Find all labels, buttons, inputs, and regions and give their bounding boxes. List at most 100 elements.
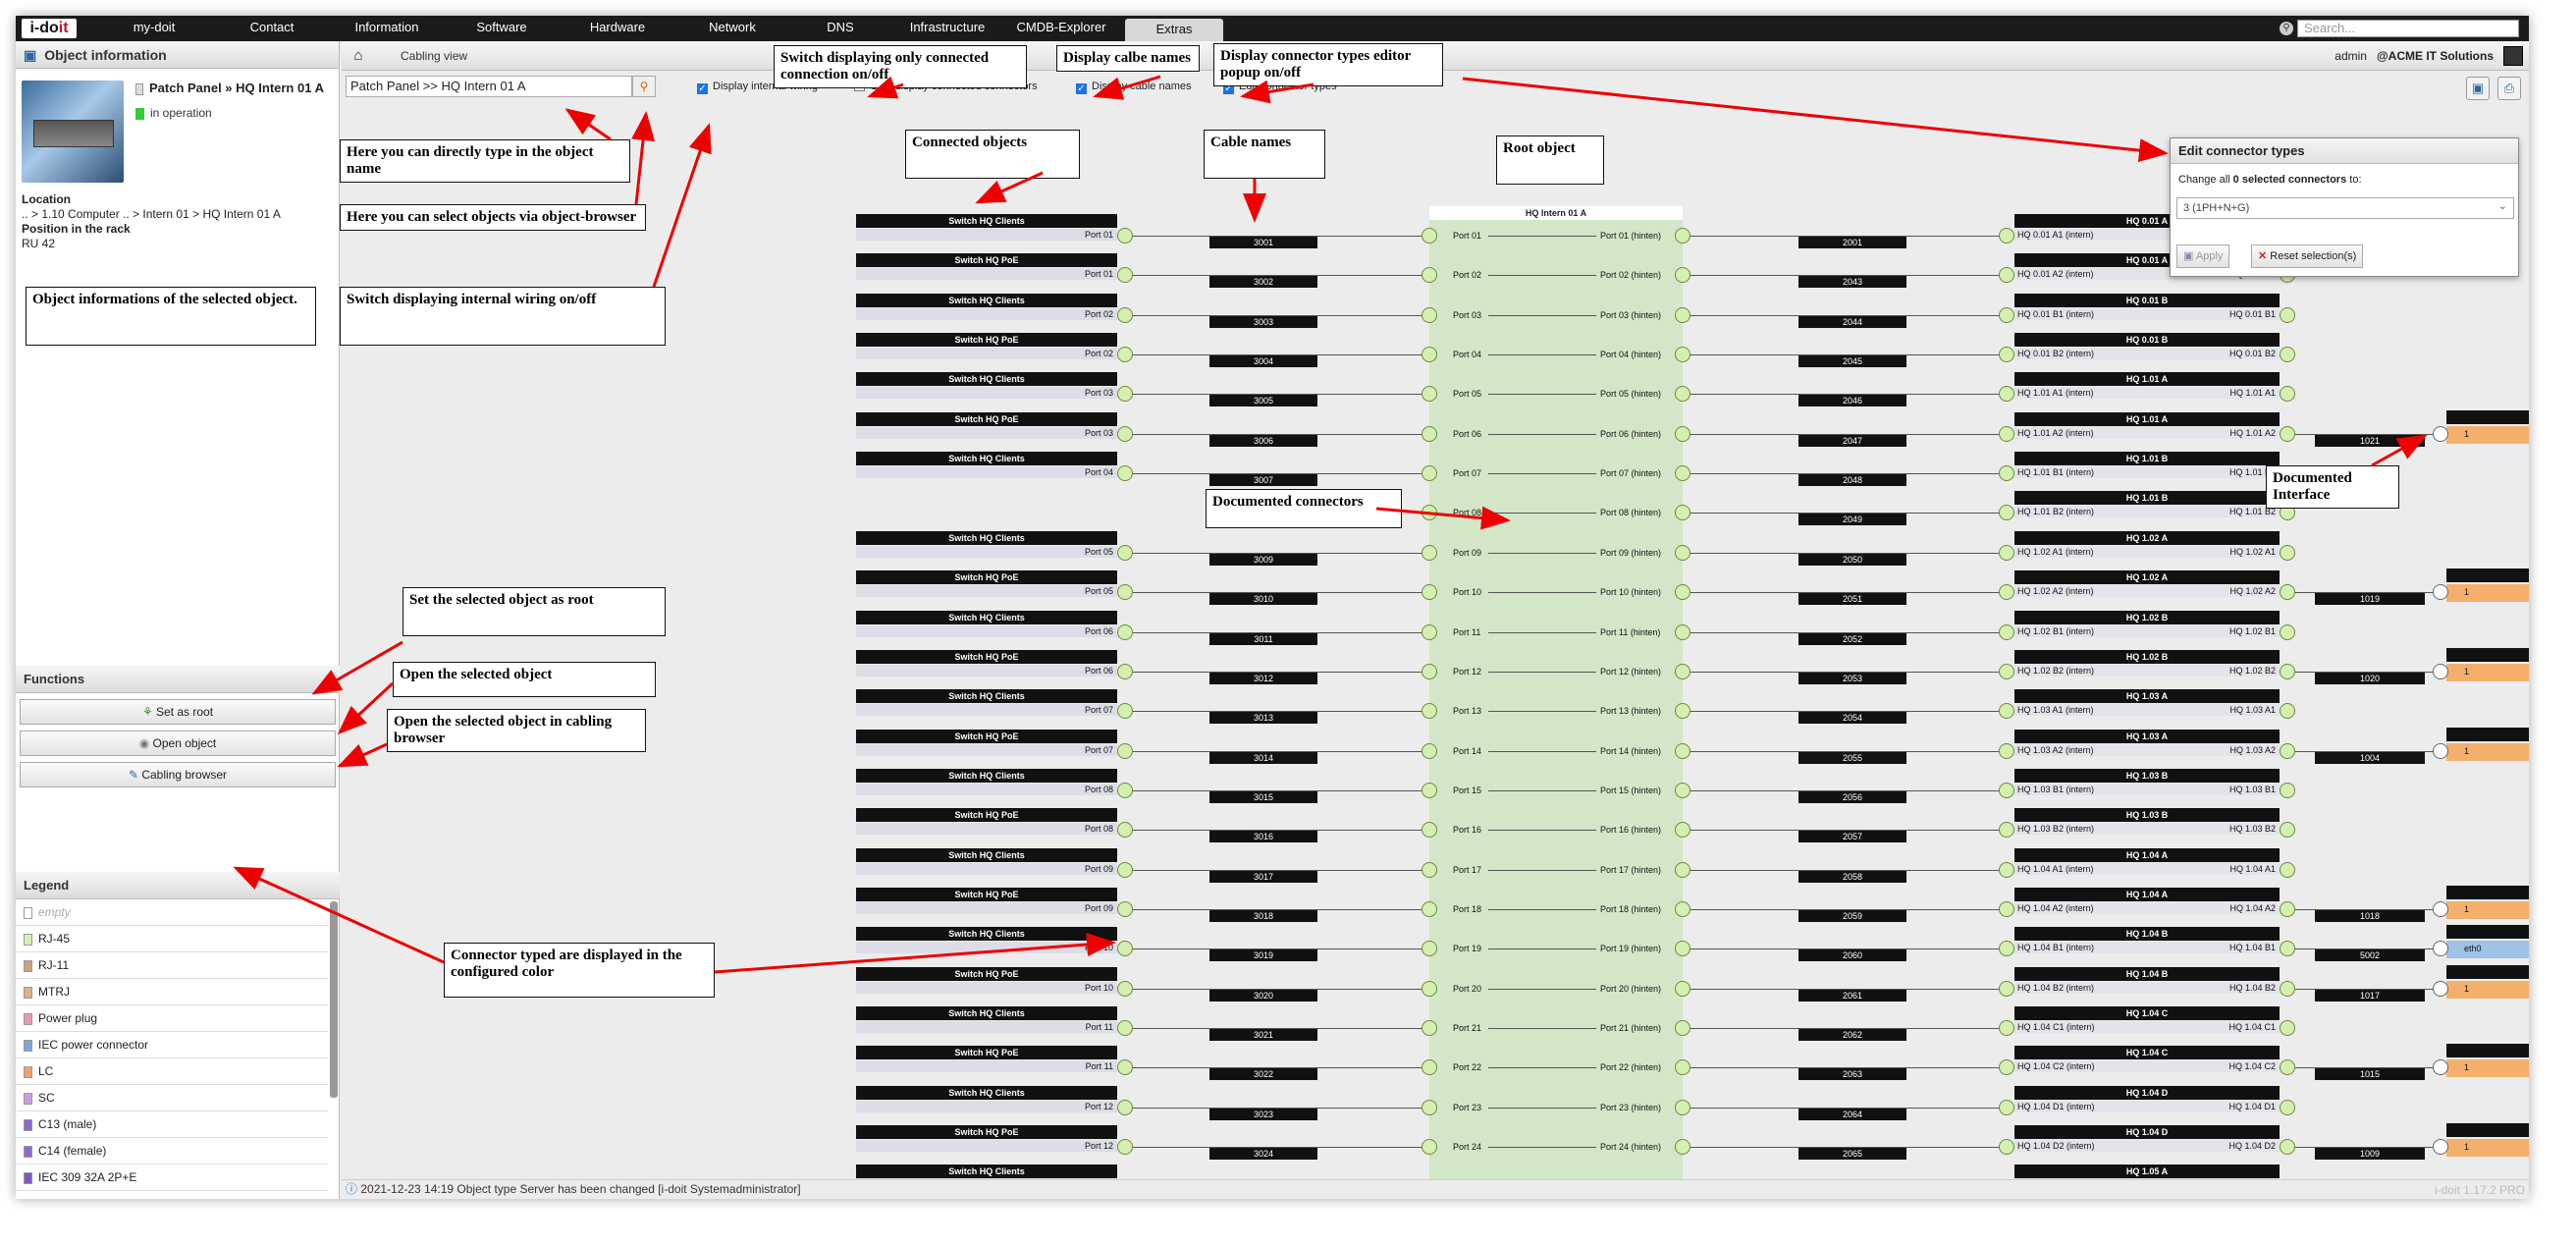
root-port-back[interactable]: Port 07 (hinten)	[1600, 467, 1661, 479]
connector[interactable]	[1999, 426, 2014, 442]
connector[interactable]	[2280, 822, 2295, 838]
patch-port-out[interactable]: HQ 1.03 B1	[2156, 784, 2280, 795]
connected-object-header[interactable]: Switch HQ Clients	[856, 1165, 1117, 1178]
connected-object-header[interactable]: Switch HQ PoE	[856, 650, 1117, 664]
connected-object-header[interactable]: Switch HQ Clients	[856, 689, 1117, 703]
interface-connector[interactable]	[2433, 901, 2448, 917]
connector[interactable]	[1675, 941, 1690, 956]
root-port-back[interactable]: Port 10 (hinten)	[1600, 586, 1661, 598]
connector[interactable]	[2280, 901, 2295, 917]
patch-port-out[interactable]: HQ 1.02 A1	[2156, 546, 2280, 558]
patch-object-header[interactable]: HQ 1.02 A	[2014, 570, 2280, 584]
connector[interactable]	[1675, 228, 1690, 244]
connected-port[interactable]: Port 03	[856, 387, 1117, 399]
reset-selections-button[interactable]: ✕ Reset selection(s)	[2251, 244, 2364, 268]
root-port-back[interactable]: Port 09 (hinten)	[1600, 547, 1661, 559]
patch-port-out[interactable]: HQ 1.04 A2	[2156, 902, 2280, 914]
connector[interactable]	[1117, 703, 1133, 719]
connector[interactable]	[1675, 822, 1690, 838]
root-port-back[interactable]: Port 20 (hinten)	[1600, 983, 1661, 995]
patch-object-header[interactable]: HQ 1.02 A	[2014, 531, 2280, 545]
connected-object-header[interactable]: Switch HQ Clients	[856, 769, 1117, 783]
connected-port[interactable]: Port 09	[856, 902, 1117, 914]
interface-connector[interactable]	[2433, 664, 2448, 679]
connected-port[interactable]: Port 12	[856, 1140, 1117, 1152]
connector[interactable]	[1999, 703, 2014, 719]
root-port-back[interactable]: Port 05 (hinten)	[1600, 388, 1661, 400]
connector[interactable]	[1117, 901, 1133, 917]
connected-port[interactable]: Port 10	[856, 982, 1117, 994]
connected-object-header[interactable]: Switch HQ Clients	[856, 452, 1117, 465]
connector[interactable]	[1999, 307, 2014, 323]
connected-object-header[interactable]: Switch HQ Clients	[856, 611, 1117, 624]
root-port-back[interactable]: Port 21 (hinten)	[1600, 1022, 1661, 1034]
connected-port[interactable]: Port 06	[856, 665, 1117, 677]
root-port-front[interactable]: Port 19	[1453, 943, 1481, 954]
connector[interactable]	[1675, 901, 1690, 917]
connector[interactable]	[1117, 624, 1133, 640]
interface-header[interactable]	[2446, 728, 2529, 741]
connector[interactable]	[1422, 386, 1437, 402]
connector[interactable]	[1675, 584, 1690, 600]
patch-object-header[interactable]: HQ 1.04 B	[2014, 927, 2280, 941]
interface-port[interactable]	[2446, 981, 2529, 999]
connected-object-header[interactable]: Switch HQ PoE	[856, 570, 1117, 584]
connected-port[interactable]: Port 05	[856, 585, 1117, 597]
interface-header[interactable]	[2446, 569, 2529, 582]
connector[interactable]	[1675, 624, 1690, 640]
root-port-back[interactable]: Port 11 (hinten)	[1600, 626, 1660, 638]
interface-header[interactable]	[2446, 965, 2529, 979]
root-port-front[interactable]: Port 14	[1453, 745, 1481, 757]
connected-object-header[interactable]: Switch HQ Clients	[856, 294, 1117, 307]
connector[interactable]	[1117, 1139, 1133, 1155]
connector[interactable]	[1117, 426, 1133, 442]
connector[interactable]	[2280, 703, 2295, 719]
patch-port-out[interactable]: HQ 1.04 A1	[2156, 863, 2280, 875]
interface-header[interactable]	[2446, 925, 2529, 939]
patch-object-header[interactable]: HQ 1.01 B	[2014, 491, 2280, 505]
connector[interactable]	[1422, 307, 1437, 323]
connector[interactable]	[1117, 267, 1133, 283]
root-port-front[interactable]: Port 17	[1453, 864, 1481, 876]
connector[interactable]	[1422, 426, 1437, 442]
patch-object-header[interactable]: HQ 1.04 A	[2014, 888, 2280, 901]
interface-header[interactable]	[2446, 886, 2529, 899]
connected-port[interactable]: Port 08	[856, 784, 1117, 795]
connector-type-select[interactable]: 3 (1PH+N+G)	[2176, 196, 2514, 219]
patch-port-out[interactable]: HQ 0.01 B1	[2156, 308, 2280, 320]
connected-port[interactable]: Port 09	[856, 863, 1117, 875]
patch-port-out[interactable]: HQ 1.03 A1	[2156, 704, 2280, 716]
interface-connector[interactable]	[2433, 941, 2448, 956]
connector[interactable]	[2280, 386, 2295, 402]
patch-port-out[interactable]: HQ 1.03 B2	[2156, 823, 2280, 835]
patch-port-out[interactable]: HQ 1.04 D1	[2156, 1101, 2280, 1112]
connected-port[interactable]: Port 11	[856, 1060, 1117, 1072]
connector[interactable]	[1675, 386, 1690, 402]
connector[interactable]	[1422, 545, 1437, 561]
connector[interactable]	[1675, 1100, 1690, 1115]
connector[interactable]	[1675, 267, 1690, 283]
root-port-back[interactable]: Port 08 (hinten)	[1600, 507, 1661, 518]
root-port-front[interactable]: Port 18	[1453, 903, 1481, 915]
root-port-back[interactable]: Port 03 (hinten)	[1600, 309, 1661, 321]
root-port-back[interactable]: Port 17 (hinten)	[1600, 864, 1661, 876]
connector[interactable]	[1117, 347, 1133, 362]
interface-port[interactable]	[2446, 664, 2529, 681]
connector[interactable]	[1422, 347, 1437, 362]
patch-port-out[interactable]: HQ 1.04 B1	[2156, 942, 2280, 953]
root-port-front[interactable]: Port 04	[1453, 349, 1481, 360]
root-port-back[interactable]: Port 12 (hinten)	[1600, 666, 1661, 677]
root-port-front[interactable]: Port 24	[1453, 1141, 1481, 1153]
patch-object-header[interactable]: HQ 1.03 B	[2014, 808, 2280, 822]
connector[interactable]	[1117, 228, 1133, 244]
connector[interactable]	[1999, 783, 2014, 798]
connector[interactable]	[1422, 862, 1437, 878]
connector[interactable]	[1999, 347, 2014, 362]
root-port-front[interactable]: Port 09	[1453, 547, 1481, 559]
patch-port-out[interactable]: HQ 1.03 A2	[2156, 744, 2280, 756]
connector[interactable]	[1117, 307, 1133, 323]
connector[interactable]	[1422, 267, 1437, 283]
connector[interactable]	[1675, 1059, 1690, 1075]
root-port-back[interactable]: Port 14 (hinten)	[1600, 745, 1661, 757]
interface-header[interactable]	[2446, 410, 2529, 424]
